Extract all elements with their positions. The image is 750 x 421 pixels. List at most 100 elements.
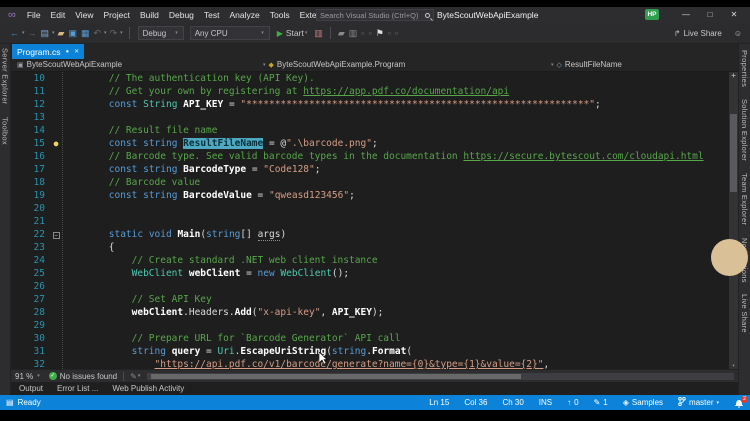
code-line-27[interactable]: 27 // Set API Key [11, 293, 738, 306]
outdent-icon[interactable]: ▫ [395, 28, 398, 38]
notifications-bell-icon[interactable]: 2 [734, 398, 744, 408]
redo-icon[interactable]: ↷ [110, 28, 118, 39]
uncomment-icon[interactable]: ▫ [369, 28, 372, 38]
code-editor[interactable]: 10 // The authentication key (API Key).1… [11, 72, 738, 369]
code-line-15[interactable]: 15● const string ResultFileName = @".\ba… [11, 137, 738, 150]
find-in-files-icon[interactable]: ▰ [338, 28, 345, 39]
code-line-16[interactable]: 16 // Barcode type. See valid barcode ty… [11, 150, 738, 163]
status-line[interactable]: Ln 15 [429, 398, 449, 407]
performance-profiler-icon[interactable]: ▥ [314, 28, 323, 39]
code-line-13[interactable]: 13 [11, 111, 738, 124]
start-debugging-button[interactable]: ▶ Start ▾ [277, 28, 309, 38]
menu-item-file[interactable]: File [22, 8, 46, 22]
lightbulb-icon[interactable]: ● [54, 139, 59, 148]
tool-window-tab-solution-explorer[interactable]: Solution Explorer [740, 99, 749, 161]
menu-item-analyze[interactable]: Analyze [225, 8, 265, 22]
panel-tab-error-list-[interactable]: Error List ... [57, 384, 98, 393]
undo-caret-icon[interactable]: ▾ [104, 30, 107, 36]
vertical-scrollbar-thumb[interactable] [730, 114, 737, 192]
new-file-icon[interactable]: ▤ [41, 28, 50, 39]
branch-selector[interactable]: master ▾ [678, 397, 719, 408]
code-line-14[interactable]: 14 // Result file name [11, 124, 738, 137]
code-line-31[interactable]: 31 string query = Uri.EscapeUriString(st… [11, 345, 738, 358]
panel-tab-web-publish-activity[interactable]: Web Publish Activity [112, 384, 184, 393]
menu-item-project[interactable]: Project [98, 8, 134, 22]
comment-icon[interactable]: ▫ [361, 28, 364, 38]
menu-item-debug[interactable]: Debug [164, 8, 199, 22]
code-line-21[interactable]: 21 [11, 215, 738, 228]
maximize-button[interactable]: □ [698, 7, 722, 22]
solution-platform-dropdown[interactable]: Any CPU ▾ [190, 26, 270, 40]
menu-item-edit[interactable]: Edit [46, 8, 71, 22]
tool-window-tab-server-explorer[interactable]: Server Explorer [1, 48, 10, 105]
vertical-scrollbar[interactable]: ▴ ▾ [729, 72, 738, 369]
search-input[interactable]: Search Visual Studio (Ctrl+Q) [316, 9, 434, 21]
breadcrumb-member[interactable]: ▾ ◇ ResultFileName [551, 60, 622, 69]
navigate-forward-icon[interactable]: → [28, 28, 37, 38]
horizontal-scrollbar-thumb[interactable] [151, 374, 521, 379]
new-file-caret-icon[interactable]: ▾ [52, 30, 55, 36]
indent-icon[interactable]: ▫ [388, 28, 391, 38]
health-check-icon[interactable]: ✓ [49, 372, 57, 380]
tool-window-tab-live-share[interactable]: Live Share [740, 294, 749, 333]
code-line-24[interactable]: 24 // Create standard .NET web client in… [11, 254, 738, 267]
code-line-10[interactable]: 10 // The authentication key (API Key). [11, 72, 738, 85]
open-folder-icon[interactable]: ▰ [58, 28, 65, 39]
save-icon[interactable]: ▣ [68, 28, 77, 39]
menu-item-build[interactable]: Build [135, 8, 164, 22]
code-line-23[interactable]: 23 { [11, 241, 738, 254]
code-line-30[interactable]: 30 // Prepare URL for `Barcode Generator… [11, 332, 738, 345]
code-line-22[interactable]: 22− static void Main(string[] args) [11, 228, 738, 241]
edit-mode-caret-icon[interactable]: ▾ [138, 373, 141, 379]
status-insert-mode[interactable]: INS [539, 398, 552, 407]
code-line-26[interactable]: 26 [11, 280, 738, 293]
status-column[interactable]: Col 36 [464, 398, 487, 407]
menu-item-test[interactable]: Test [199, 8, 225, 22]
tool-window-tab-properties[interactable]: Properties [740, 50, 749, 87]
code-line-18[interactable]: 18 // Barcode value [11, 176, 738, 189]
code-line-20[interactable]: 20 [11, 202, 738, 215]
code-line-19[interactable]: 19 const string BarcodeValue = "qweasd12… [11, 189, 738, 202]
live-share-icon[interactable]: ↱ [674, 29, 681, 38]
save-all-icon[interactable]: ▦ [81, 28, 90, 39]
solution-configuration-dropdown[interactable]: Debug ▾ [138, 26, 184, 40]
repository-selector[interactable]: ◈ Samples [623, 398, 663, 407]
code-line-12[interactable]: 12 const String API_KEY = "*************… [11, 98, 738, 111]
tab-program-cs[interactable]: Program.cs ● ✕ [12, 44, 84, 59]
menu-item-tools[interactable]: Tools [265, 8, 295, 22]
git-changes-indicator[interactable]: ✎ 1 [594, 398, 608, 407]
background-tasks-icon[interactable]: ▤ [6, 398, 14, 407]
account-badge[interactable]: HP [645, 9, 659, 20]
fold-collapse-icon[interactable]: − [53, 232, 60, 239]
search-icon[interactable] [425, 13, 430, 18]
minimize-button[interactable]: — [674, 7, 698, 22]
zoom-selector[interactable]: 91 % ▾ [15, 372, 41, 381]
code-line-28[interactable]: 28 webClient.Headers.Add("x-api-key", AP… [11, 306, 738, 319]
breadcrumb-type[interactable]: ▾ ◆ ByteScoutWebApiExample.Program [263, 60, 405, 69]
close-button[interactable]: ✕ [722, 7, 746, 22]
undo-icon[interactable]: ↶ [94, 28, 102, 39]
tool-window-tab-team-explorer[interactable]: Team Explorer [740, 173, 749, 225]
status-character[interactable]: Ch 30 [502, 398, 523, 407]
redo-caret-icon[interactable]: ▾ [120, 30, 123, 36]
find-next-icon[interactable]: ▥ [349, 28, 358, 39]
code-hyperlink[interactable]: https://app.pdf.co/documentation/api [303, 86, 509, 97]
split-editor-handle[interactable]: + [729, 72, 738, 80]
tab-close-icon[interactable]: ✕ [74, 48, 79, 55]
edit-mode-icon[interactable]: ✎ [130, 372, 137, 381]
horizontal-scrollbar[interactable] [147, 373, 734, 380]
navigate-back-icon[interactable]: ← [10, 28, 19, 38]
feedback-icon[interactable]: ☺ [734, 29, 742, 38]
bookmark-icon[interactable]: ⚑ [376, 28, 384, 39]
code-line-17[interactable]: 17 const string BarcodeType = "Code128"; [11, 163, 738, 176]
code-line-29[interactable]: 29 [11, 319, 738, 332]
live-share-button[interactable]: Live Share [684, 29, 722, 38]
panel-tab-output[interactable]: Output [19, 384, 43, 393]
code-line-25[interactable]: 25 WebClient webClient = new WebClient()… [11, 267, 738, 280]
code-line-11[interactable]: 11 // Get your own by registering at htt… [11, 85, 738, 98]
code-hyperlink[interactable]: https://secure.bytescout.com/cloudapi.ht… [463, 151, 703, 162]
tool-window-tab-toolbox[interactable]: Toolbox [1, 117, 10, 145]
back-caret-icon[interactable]: ▾ [22, 30, 25, 36]
breadcrumb-project[interactable]: ▣ ByteScoutWebApiExample [17, 60, 122, 69]
code-line-32[interactable]: 32 "https://api.pdf.co/v1/barcode/genera… [11, 358, 738, 369]
